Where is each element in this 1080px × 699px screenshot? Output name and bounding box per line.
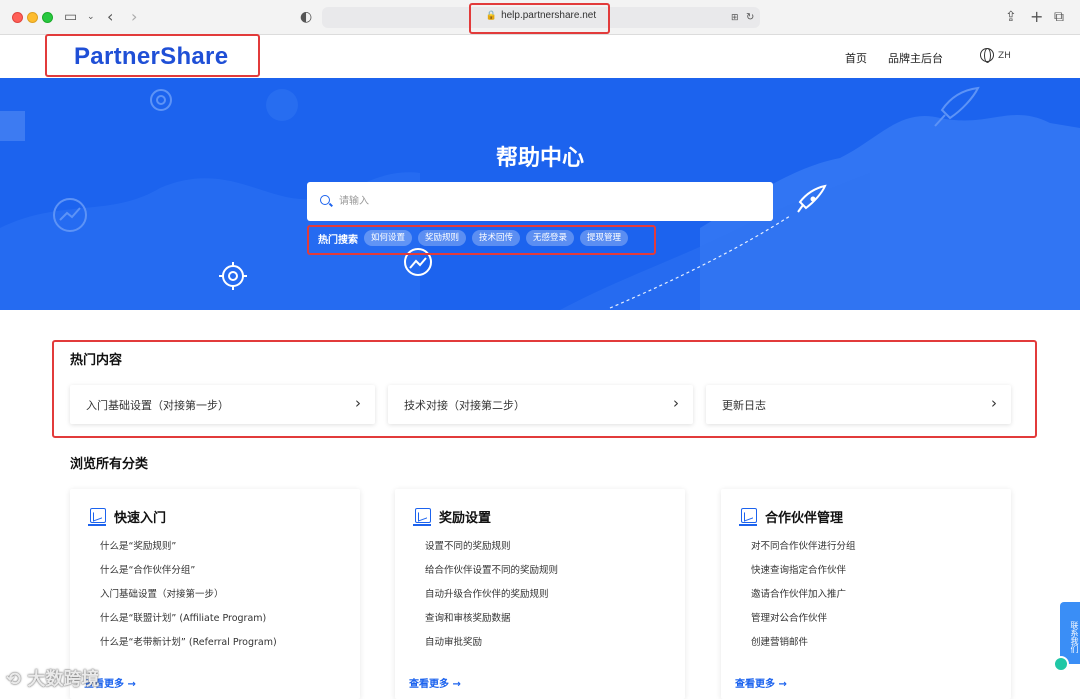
book-icon xyxy=(739,508,757,526)
category-card: 奖励设置 设置不同的奖励规则 给合作伙伴设置不同的奖励规则 自动升级合作伙伴的奖… xyxy=(395,489,685,699)
arrow-right-icon: → xyxy=(778,679,787,690)
search-box[interactable] xyxy=(307,182,773,221)
category-link[interactable]: 什么是“联盟计划” (Affiliate Program) xyxy=(100,610,266,624)
book-icon xyxy=(88,508,106,526)
hot-content-label: 更新日志 xyxy=(722,399,766,412)
view-more-label: 查看更多 xyxy=(409,679,449,690)
category-link[interactable]: 快速查询指定合作伙伴 xyxy=(751,562,846,576)
address-bar[interactable]: 🔒 help.partnershare.net ⊞ ↻ xyxy=(322,7,760,28)
globe-icon[interactable] xyxy=(980,48,994,63)
category-link[interactable]: 对不同合作伙伴进行分组 xyxy=(751,538,856,552)
nav-brand-backend[interactable]: 品牌主后台 xyxy=(888,50,943,66)
translate-icon[interactable]: ⊞ xyxy=(731,9,739,27)
contact-us-button[interactable]: 联系我们 xyxy=(1060,602,1080,664)
category-link[interactable]: 管理对公合作伙伴 xyxy=(751,610,827,624)
chevron-down-icon[interactable]: ⌄ xyxy=(87,8,95,26)
category-title[interactable]: 快速入门 xyxy=(114,507,166,526)
category-link[interactable]: 给合作伙伴设置不同的奖励规则 xyxy=(425,562,558,576)
logo[interactable]: PartnerShare xyxy=(74,43,228,71)
category-title[interactable]: 合作伙伴管理 xyxy=(765,507,843,526)
hot-content-card[interactable]: 入门基础设置（对接第一步） › xyxy=(70,385,375,424)
hot-content-card[interactable]: 更新日志 › xyxy=(706,385,1011,424)
privacy-shield-icon[interactable]: ◐ xyxy=(300,8,312,26)
lock-icon: 🔒 xyxy=(485,10,498,20)
back-icon[interactable]: ‹ xyxy=(107,8,113,26)
minimize-window-button[interactable] xyxy=(27,12,38,23)
language-switch[interactable]: ZH xyxy=(998,51,1011,61)
watermark: ⟲ 大数跨境 xyxy=(6,665,99,691)
sidebar-toggle-icon[interactable]: ▭ xyxy=(64,8,77,26)
category-link[interactable]: 创建营销邮件 xyxy=(751,634,808,648)
hot-tag[interactable]: 如何设置 xyxy=(364,230,413,246)
chevron-right-icon: › xyxy=(673,394,679,412)
view-more-label: 查看更多 xyxy=(735,679,775,690)
chat-icon[interactable] xyxy=(1053,656,1069,672)
hot-tag[interactable]: 技术回传 xyxy=(472,230,521,246)
chevron-right-icon: › xyxy=(355,394,361,412)
category-link[interactable]: 什么是“奖励规则” xyxy=(100,538,176,552)
arrow-right-icon: → xyxy=(127,679,136,690)
hot-tag[interactable]: 提现管理 xyxy=(580,230,629,246)
categories-title: 浏览所有分类 xyxy=(70,457,149,472)
category-link[interactable]: 设置不同的奖励规则 xyxy=(425,538,511,552)
tab-overview-icon[interactable]: ⧉ xyxy=(1054,8,1064,26)
category-card: 合作伙伴管理 对不同合作伙伴进行分组 快速查询指定合作伙伴 邀请合作伙伴加入推广… xyxy=(721,489,1011,699)
hot-tag[interactable]: 奖励规则 xyxy=(418,230,467,246)
watermark-text: 大数跨境 xyxy=(27,669,100,690)
category-title[interactable]: 奖励设置 xyxy=(439,507,491,526)
watermark-logo-icon: ⟲ xyxy=(6,669,22,690)
new-tab-icon[interactable]: + xyxy=(1030,8,1043,26)
category-link[interactable]: 自动升级合作伙伴的奖励规则 xyxy=(425,586,549,600)
hot-search-label: 热门搜索 xyxy=(318,235,358,246)
book-icon xyxy=(413,508,431,526)
browser-toolbar: ▭ ⌄ ‹ › ◐ 🔒 help.partnershare.net ⊞ ↻ ⇪ +… xyxy=(0,0,1080,35)
forward-icon[interactable]: › xyxy=(131,8,137,26)
category-link[interactable]: 什么是“合作伙伴分组” xyxy=(100,562,195,576)
arrow-right-icon: → xyxy=(452,679,461,690)
nav-home[interactable]: 首页 xyxy=(845,50,867,66)
share-icon[interactable]: ⇪ xyxy=(1005,8,1017,26)
url-text: help.partnershare.net xyxy=(501,10,597,21)
category-link[interactable]: 邀请合作伙伴加入推广 xyxy=(751,586,846,600)
search-input[interactable] xyxy=(339,182,759,221)
category-link[interactable]: 入门基础设置（对接第一步） xyxy=(100,586,224,600)
hot-content-card[interactable]: 技术对接（对接第二步） › xyxy=(388,385,693,424)
hot-content-title: 热门内容 xyxy=(70,353,123,368)
view-more-link[interactable]: 查看更多 → xyxy=(409,675,461,690)
reload-icon[interactable]: ↻ xyxy=(746,9,754,27)
hot-content-label: 技术对接（对接第二步） xyxy=(404,399,525,412)
category-link[interactable]: 自动审批奖励 xyxy=(425,634,482,648)
hero-banner: 帮助中心 热门搜索 如何设置 奖励规则 技术回传 无感登录 提现管理 xyxy=(0,78,1080,310)
chevron-right-icon: › xyxy=(991,394,997,412)
close-window-button[interactable] xyxy=(12,12,23,23)
view-more-link[interactable]: 查看更多 → xyxy=(735,675,787,690)
page-title: 帮助中心 xyxy=(495,146,584,171)
search-icon xyxy=(320,195,330,205)
category-link[interactable]: 什么是“老带新计划” (Referral Program) xyxy=(100,634,277,648)
category-link[interactable]: 查询和审核奖励数据 xyxy=(425,610,511,624)
zoom-window-button[interactable] xyxy=(42,12,53,23)
site-header: PartnerShare 首页 品牌主后台 ZH xyxy=(0,35,1080,78)
category-card: 快速入门 什么是“奖励规则” 什么是“合作伙伴分组” 入门基础设置（对接第一步）… xyxy=(70,489,360,699)
hot-tag[interactable]: 无感登录 xyxy=(526,230,575,246)
hot-content-label: 入门基础设置（对接第一步） xyxy=(86,399,229,412)
